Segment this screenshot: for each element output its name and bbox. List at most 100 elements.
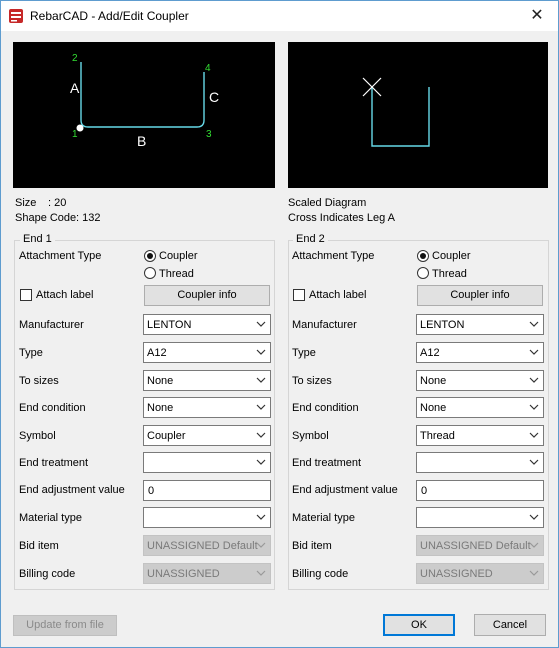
material-type-label: Material type [292,512,355,524]
end2-end-condition-select[interactable]: None [416,397,544,418]
end-adjustment-value-label: End adjustment value [292,484,398,496]
end1-end-condition-select[interactable]: None [143,397,271,418]
end1-symbol-value: Coupler [147,430,186,442]
leg-label-a: A [70,80,80,96]
chevron-down-icon [256,542,266,548]
symbol-label: Symbol [19,430,56,442]
end1-to-sizes-select[interactable]: None [143,370,271,391]
chevron-down-icon [256,377,266,383]
node-label-4: 4 [205,63,211,74]
end-condition-label: End condition [19,402,86,414]
chevron-down-icon [529,321,539,327]
end1-type-select[interactable]: A12 [143,342,271,363]
shape-diagram: A B C 1 2 3 4 [70,53,219,149]
end1-material-type-select[interactable] [143,507,271,528]
end1-end-adjustment-input[interactable]: 0 [143,480,271,501]
end2-material-type-select[interactable] [416,507,544,528]
end2-billing-code-select[interactable]: UNASSIGNED [416,563,544,584]
shape-code-label: Shape Code [15,212,77,224]
end1-manufacturer-select[interactable]: LENTON [143,314,271,335]
end1-end-condition-value: None [147,402,174,414]
end2-bid-item-value: UNASSIGNED Default [420,540,531,552]
chevron-down-icon [529,404,539,410]
chevron-down-icon [529,377,539,383]
bid-item-label: Bid item [292,540,332,552]
end1-end-treatment-select[interactable] [143,452,271,473]
type-label: Type [292,347,316,359]
end1-attach-label-text[interactable]: Attach label [36,289,93,301]
end1-attach-label-checkbox[interactable] [20,289,32,301]
node-label-1: 1 [72,129,78,140]
end1-billing-code-select[interactable]: UNASSIGNED [143,563,271,584]
end2-bid-item-select[interactable]: UNASSIGNED Default [416,535,544,556]
window-title: RebarCAD - Add/Edit Coupler [30,9,189,23]
title-bar: RebarCAD - Add/Edit Coupler ✕ [1,1,558,31]
chevron-down-icon [529,432,539,438]
end2-end-treatment-select[interactable] [416,452,544,473]
end1-coupler-radio-label[interactable]: Coupler [159,250,198,262]
chevron-down-icon [256,570,266,576]
end2-to-sizes-select[interactable]: None [416,370,544,391]
end1-symbol-select[interactable]: Coupler [143,425,271,446]
leg-label-b: B [137,133,146,149]
end2-end-adjustment-input[interactable]: 0 [416,480,544,501]
end-treatment-label: End treatment [19,457,89,469]
attachment-type-label: Attachment Type [292,250,375,262]
end1-billing-code-value: UNASSIGNED [147,568,220,580]
chevron-down-icon [529,570,539,576]
manufacturer-label: Manufacturer [292,319,357,331]
chevron-down-icon [529,514,539,520]
end1-thread-radio-label[interactable]: Thread [159,268,194,280]
chevron-down-icon [529,349,539,355]
end2-coupler-radio[interactable] [417,250,429,262]
end1-thread-radio[interactable] [144,267,156,279]
bid-item-label: Bid item [19,540,59,552]
end2-attach-label-text[interactable]: Attach label [309,289,366,301]
end2-coupler-radio-label[interactable]: Coupler [432,250,471,262]
end2-attach-label-checkbox[interactable] [293,289,305,301]
close-icon[interactable]: ✕ [523,5,551,27]
leg-label-c: C [209,89,219,105]
chevron-down-icon [256,459,266,465]
node-label-2: 2 [72,53,78,64]
size-value: : 20 [48,197,67,209]
end2-billing-code-value: UNASSIGNED [420,568,493,580]
end1-bid-item-value: UNASSIGNED Default [147,540,258,552]
shape-code-value: : 132 [76,212,101,224]
rebarcad-app-icon [9,9,23,23]
to-sizes-label: To sizes [292,375,332,387]
chevron-down-icon [256,432,266,438]
end2-coupler-info-button[interactable]: Coupler info [417,285,543,306]
end1-end-adjustment-value: 0 [148,485,155,497]
shape-diagram-panel: A B C 1 2 3 4 [13,42,275,188]
end2-type-value: A12 [420,347,440,359]
attachment-type-label: Attachment Type [19,250,102,262]
end-condition-label: End condition [292,402,359,414]
cancel-button[interactable]: Cancel [474,614,546,636]
end2-type-select[interactable]: A12 [416,342,544,363]
manufacturer-label: Manufacturer [19,319,84,331]
end2-title: End 2 [293,233,328,245]
end2-manufacturer-value: LENTON [420,319,465,331]
end2-symbol-value: Thread [420,430,455,442]
end2-manufacturer-select[interactable]: LENTON [416,314,544,335]
ok-button[interactable]: OK [383,614,455,636]
dialog-window: RebarCAD - Add/Edit Coupler ✕ A B C 1 2 … [0,0,559,648]
scaled-diagram-label: Scaled Diagram [288,197,367,209]
chevron-down-icon [256,321,266,327]
end2-thread-radio[interactable] [417,267,429,279]
material-type-label: Material type [19,512,82,524]
node-label-3: 3 [206,129,212,140]
chevron-down-icon [529,459,539,465]
end1-title: End 1 [20,233,55,245]
end1-coupler-radio[interactable] [144,250,156,262]
end2-symbol-select[interactable]: Thread [416,425,544,446]
end-treatment-label: End treatment [292,457,362,469]
scaled-diagram [362,77,430,147]
end1-type-value: A12 [147,347,167,359]
billing-code-label: Billing code [19,568,76,580]
end1-bid-item-select[interactable]: UNASSIGNED Default [143,535,271,556]
update-from-file-button[interactable]: Update from file [13,615,117,636]
end2-thread-radio-label[interactable]: Thread [432,268,467,280]
end1-coupler-info-button[interactable]: Coupler info [144,285,270,306]
